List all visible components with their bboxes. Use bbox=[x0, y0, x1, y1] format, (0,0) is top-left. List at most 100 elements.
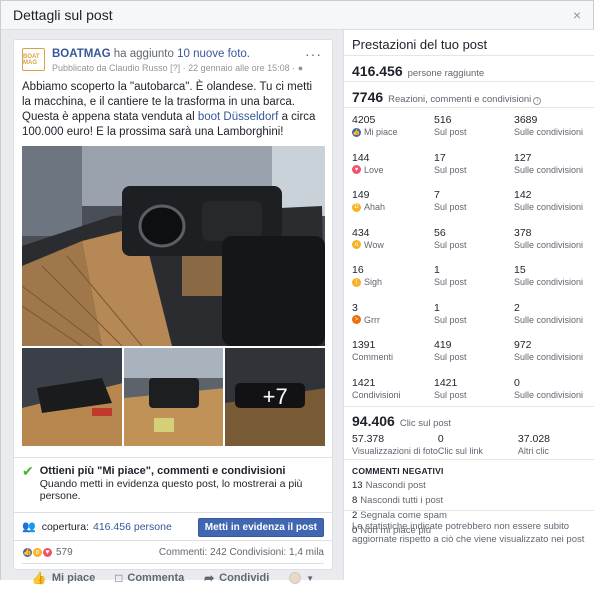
stats-cell: 516 Sul post bbox=[434, 114, 514, 152]
stat-label: Sul post bbox=[434, 165, 514, 175]
reactions-summary: 👍 o ♥ 579 Commenti: 242 Condivisioni: 1,… bbox=[14, 540, 332, 563]
neg-label: Nascondi tutti i post bbox=[360, 495, 444, 506]
stats-cell: 434 o Wow bbox=[352, 227, 434, 265]
other-clicks-num: 37.028 bbox=[517, 433, 551, 445]
stat-number: 142 bbox=[514, 189, 532, 201]
clicks-cell-other: 37.028 Altri clic bbox=[518, 433, 586, 456]
comment-button[interactable]: □ Commenta bbox=[115, 571, 184, 585]
stat-number: 0 bbox=[514, 376, 520, 389]
stat-label-text: Grrr bbox=[364, 314, 380, 325]
stat-label-text: Sulle condivisioni bbox=[514, 352, 584, 362]
post-card: BOAT MAG BOATMAG ha aggiunto 10 nuove fo… bbox=[13, 39, 333, 585]
boost-post-button[interactable]: Metti in evidenza il post bbox=[197, 518, 324, 537]
stats-cell: 1 Sul post bbox=[434, 302, 514, 340]
stat-label: Sulle condivisioni bbox=[514, 127, 586, 137]
stats-cell: 56 Sul post bbox=[434, 227, 514, 265]
post-text-link[interactable]: boot Düsseldorf bbox=[198, 111, 279, 123]
stat-label: Sulle condivisioni bbox=[514, 277, 586, 287]
stat-number: 2 bbox=[514, 301, 520, 314]
photos-link[interactable]: 10 nuove foto. bbox=[177, 48, 250, 60]
stats-row: 144 ♥ Love 17 Sul post 127 Sulle condivisioni bbox=[352, 152, 586, 190]
share-button[interactable]: ➦ Condividi bbox=[204, 571, 269, 585]
link-clicks-label: Clic sul link bbox=[437, 446, 483, 456]
stat-label-text: Sulle condivisioni bbox=[514, 239, 584, 250]
stats-cell: 142 Sulle condivisioni bbox=[514, 189, 586, 227]
comment-icon: □ bbox=[115, 571, 123, 585]
reaction-icons[interactable]: 👍 o ♥ bbox=[22, 546, 53, 558]
like-button[interactable]: 👍 Mi piace bbox=[32, 571, 95, 585]
more-photos-overlay: +7 bbox=[225, 348, 326, 446]
stat-number: 972 bbox=[514, 339, 532, 351]
stat-label: Sul post bbox=[434, 127, 514, 137]
post-main-photo[interactable] bbox=[22, 146, 325, 346]
performance-title: Prestazioni del tuo post bbox=[344, 30, 594, 56]
photo-thumb-2[interactable] bbox=[123, 348, 224, 446]
stat-label-text: Sul post bbox=[434, 127, 467, 137]
stat-label: Condivisioni bbox=[352, 390, 434, 400]
stat-number: 378 bbox=[514, 226, 532, 239]
clicks-breakdown: 57.378 Visualizzazioni di foto 0 Clic sul … bbox=[352, 433, 586, 456]
stat-number: 516 bbox=[434, 114, 452, 126]
page-name-link[interactable]: BOATMAG bbox=[52, 48, 111, 60]
stats-cell: 3 > Grrr bbox=[352, 302, 434, 340]
stat-label: Sul post bbox=[434, 202, 514, 212]
stat-label-text: Sul post bbox=[434, 352, 467, 362]
stat-number: 1391 bbox=[352, 339, 376, 351]
stat-number: 3689 bbox=[514, 114, 538, 126]
stat-label-text: Sul post bbox=[434, 202, 467, 212]
clicks-cell-link: 0 Clic sul link bbox=[438, 433, 518, 456]
more-options-icon[interactable]: ··· bbox=[305, 46, 322, 62]
dialog-header: Dettagli sul post × bbox=[1, 1, 593, 30]
love-emoji-icon: ♥ bbox=[352, 165, 361, 174]
stats-cell: 7 Sul post bbox=[434, 189, 514, 227]
stats-cell: 419 Sul post bbox=[434, 339, 514, 377]
photo-thumb-3-more[interactable]: +7 bbox=[225, 348, 326, 446]
dialog-title: Dettagli sul post bbox=[13, 7, 113, 23]
stat-label-text: Sulle condivisioni bbox=[514, 202, 584, 212]
reach-number: 416.456 bbox=[352, 63, 403, 79]
stat-label: Commenti bbox=[352, 352, 434, 362]
share-icon: ➦ bbox=[204, 571, 215, 585]
stat-number: 127 bbox=[514, 151, 532, 164]
stat-label-text: Sulle condivisioni bbox=[514, 127, 584, 137]
post-message: Abbiamo scoperto la "autobarca". È oland… bbox=[14, 80, 332, 140]
info-icon[interactable]: i bbox=[533, 97, 542, 105]
published-by-text: Pubblicato da Claudio Russo [?] · 22 gen… bbox=[52, 63, 296, 73]
page-avatar[interactable]: BOAT MAG bbox=[22, 48, 45, 71]
stat-number: 1421 bbox=[352, 376, 376, 389]
stat-label: ♥ Love bbox=[352, 165, 434, 175]
stat-label-text: Wow bbox=[364, 239, 384, 250]
stat-label-text: Sulle condivisioni bbox=[514, 314, 584, 325]
thumbs-up-icon: 👍 bbox=[31, 571, 47, 585]
love-reaction-icon: ♥ bbox=[42, 546, 53, 558]
angry-emoji-icon: > bbox=[352, 315, 361, 324]
avatar-logo-text: BOAT MAG bbox=[23, 53, 40, 66]
stat-number: 15 bbox=[514, 264, 526, 276]
stat-label-text: Sulle condivisioni bbox=[514, 389, 584, 400]
thumb-photo-2 bbox=[123, 348, 224, 446]
tip-subtitle: Quando metti in evidenza questo post, lo… bbox=[39, 478, 303, 502]
stat-label-text: Sul post bbox=[434, 164, 467, 175]
like-label: Mi piace bbox=[51, 572, 96, 584]
stat-number: 56 bbox=[434, 226, 446, 239]
stat-label-text: Sul post bbox=[434, 314, 467, 325]
stats-row: 1421 Condivisioni 1421 Sul post 0 Sulle condi… bbox=[352, 377, 586, 415]
stat-number: 7 bbox=[434, 189, 440, 201]
photo-thumb-1[interactable] bbox=[22, 348, 122, 446]
post-preview-pane: BOAT MAG BOATMAG ha aggiunto 10 nuove fo… bbox=[1, 30, 343, 585]
stat-label-text: Sulle condivisioni bbox=[514, 164, 584, 175]
stat-label: Sulle condivisioni bbox=[514, 352, 586, 362]
stat-label: Sulle condivisioni bbox=[514, 240, 586, 250]
stat-label-text: Sulle condivisioni bbox=[514, 277, 584, 287]
stats-cell: 1391 Commenti bbox=[352, 339, 434, 377]
stat-label: Sul post bbox=[434, 390, 514, 400]
stat-number: 1421 bbox=[434, 376, 458, 389]
comments-shares-count[interactable]: Commenti: 242 Condivisioni: 1,4 mila bbox=[159, 547, 324, 558]
reactions-count[interactable]: 579 bbox=[56, 547, 73, 558]
reach-value-link[interactable]: 416.456 persone bbox=[93, 521, 172, 533]
post-as-selector[interactable]: ▼ bbox=[289, 572, 314, 584]
close-icon[interactable]: × bbox=[573, 7, 581, 23]
negative-feedback: COMMENTI NEGATIVI 13 Nascondi post 8 Nasco… bbox=[344, 460, 594, 536]
comment-label: Commenta bbox=[127, 572, 185, 584]
stats-cell: 4205 👍 Mi piace bbox=[352, 114, 434, 152]
